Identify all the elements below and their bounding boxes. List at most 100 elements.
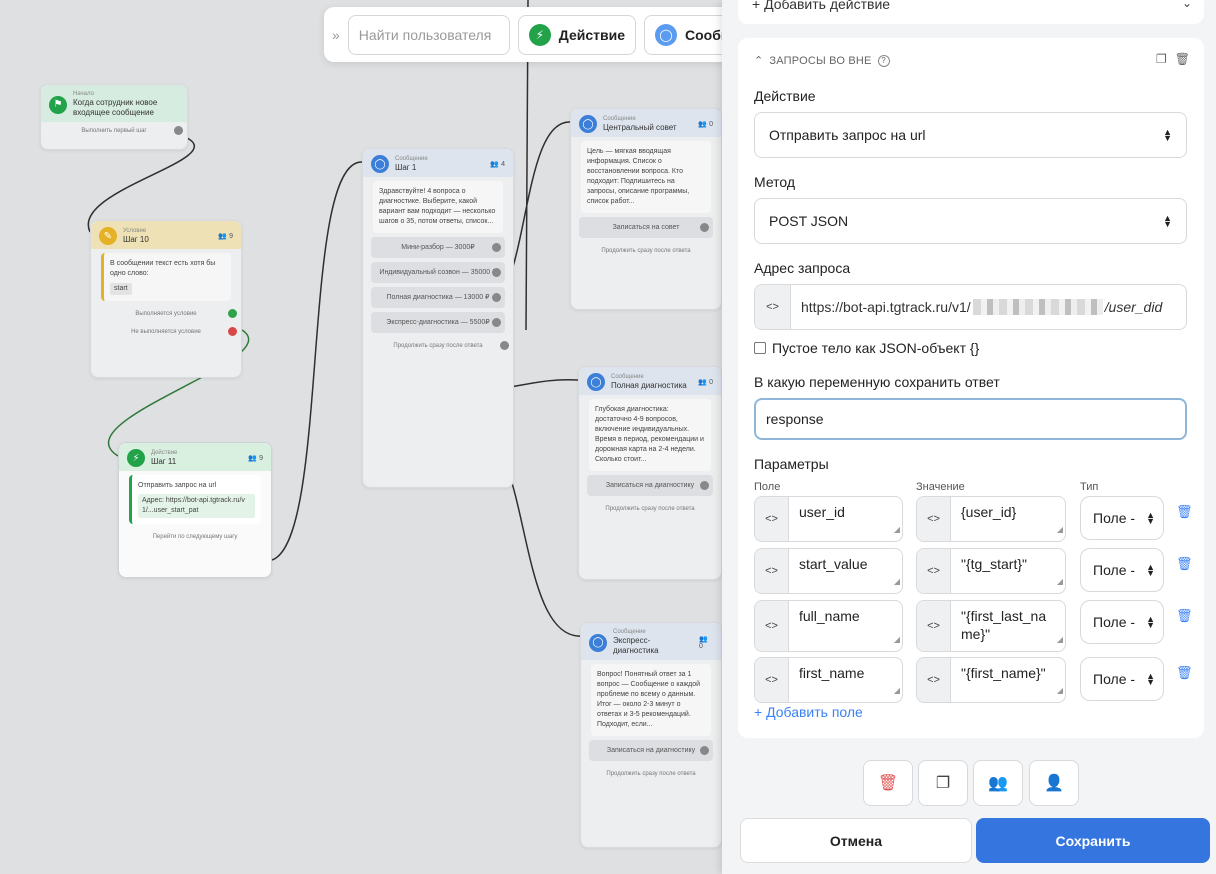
flow-node-step10[interactable]: ✎ Условие Шаг 10 👥 9 В сообщении текст е… <box>90 220 242 378</box>
output-port[interactable] <box>700 222 709 232</box>
resize-handle-icon[interactable]: ◢ <box>894 682 900 700</box>
code-brackets-icon[interactable]: <> <box>917 497 951 541</box>
node-body: Глубокая диагностика: достаточно 4-9 воп… <box>589 399 711 471</box>
node-button[interactable]: Записаться на совет <box>579 217 713 238</box>
message-icon: ◯ <box>579 115 597 133</box>
add-message-button[interactable]: ◯ Сообщение <box>643 14 734 55</box>
code-brackets-icon[interactable]: <> <box>917 549 951 593</box>
flow-node-step11[interactable]: ⚡ Действие Шаг 11 👥 9 Отправить запрос н… <box>118 442 272 578</box>
delete-node-button[interactable]: 🗑 <box>863 760 913 806</box>
code-brackets-icon[interactable]: <> <box>755 285 791 329</box>
copy-icon[interactable]: ❐ <box>1156 52 1167 66</box>
code-brackets-icon[interactable]: <> <box>755 601 789 651</box>
method-select[interactable]: POST JSON ▲ ▼ <box>754 198 1187 244</box>
url-input[interactable]: <> https://bot-api.tgtrack.ru/v1/ /user_… <box>754 284 1187 330</box>
flow-node-full-diagnostic[interactable]: ◯ Сообщение Полная диагностика 👥 0 Глубо… <box>578 366 722 580</box>
output-port[interactable] <box>174 126 183 135</box>
param-field-input[interactable]: <> start_value ◢ <box>754 548 903 594</box>
node-button[interactable]: Экспресс-диагностика — 5500₽ <box>371 312 505 333</box>
output-port[interactable] <box>700 480 709 490</box>
resize-handle-icon[interactable]: ◢ <box>894 573 900 591</box>
duplicate-node-button[interactable]: ❐ <box>918 760 968 806</box>
chevron-down-icon[interactable]: ⌄ <box>1182 0 1192 10</box>
resize-handle-icon[interactable]: ◢ <box>894 631 900 649</box>
users-button[interactable]: 👥 <box>973 760 1023 806</box>
output-port[interactable] <box>492 317 501 327</box>
flow-node-express[interactable]: ◯ Сообщение Экспресс-диагностика 👥 0 Воп… <box>580 622 722 848</box>
trash-icon[interactable]: 🗑 <box>1175 52 1190 66</box>
search-user-input[interactable] <box>347 14 510 55</box>
add-action-dropdown[interactable]: + Добавить действие <box>752 0 890 12</box>
code-brackets-icon[interactable]: <> <box>755 658 789 702</box>
node-output-true[interactable]: Выполняется условие <box>91 305 241 323</box>
user-check-button[interactable]: 👤 <box>1029 760 1079 806</box>
node-button[interactable]: Записаться на диагностику <box>589 740 713 761</box>
users-count: 👥 0 <box>698 121 713 128</box>
node-output[interactable]: Продолжить сразу после ответа <box>571 242 721 260</box>
message-icon: ◯ <box>589 633 607 652</box>
trash-icon[interactable]: 🗑 <box>1176 608 1193 624</box>
param-type-select[interactable]: Поле - ▲ ▼ <box>1080 496 1164 540</box>
add-action-button[interactable]: ⚡ Действие <box>517 14 636 55</box>
param-value-input[interactable]: <> "{tg_start}" ◢ <box>916 548 1066 594</box>
add-action-card[interactable]: + Добавить действие ⌄ <box>738 0 1204 24</box>
help-icon[interactable]: ? <box>877 54 890 67</box>
flow-node-central[interactable]: ◯ Сообщение Центральный совет 👥 0 Цель —… <box>570 108 722 310</box>
output-port-true[interactable] <box>228 309 237 318</box>
double-chevron-right-icon[interactable]: » <box>332 27 340 43</box>
code-brackets-icon[interactable]: <> <box>917 658 951 702</box>
output-port[interactable] <box>500 341 509 350</box>
param-field-input[interactable]: <> first_name ◢ <box>754 657 903 703</box>
node-output[interactable]: Продолжить сразу после ответа <box>581 765 721 783</box>
param-value-input[interactable]: <> "{first_name}" ◢ <box>916 657 1066 703</box>
output-port[interactable] <box>492 242 501 252</box>
resize-handle-icon[interactable]: ◢ <box>1057 573 1063 591</box>
node-button[interactable]: Записаться на диагностику <box>587 475 713 496</box>
trash-icon[interactable]: 🗑 <box>1176 504 1193 520</box>
code-brackets-icon[interactable]: <> <box>755 497 789 541</box>
param-field-input[interactable]: <> user_id ◢ <box>754 496 903 542</box>
resize-handle-icon[interactable]: ◢ <box>1057 682 1063 700</box>
param-type-select[interactable]: Поле - ▲ ▼ <box>1080 548 1164 592</box>
param-type-select[interactable]: Поле - ▲ ▼ <box>1080 657 1164 701</box>
message-icon: ◯ <box>371 155 389 173</box>
resize-handle-icon[interactable]: ◢ <box>1057 521 1063 539</box>
node-output[interactable]: Продолжить сразу после ответа <box>363 337 513 355</box>
add-field-link[interactable]: + Добавить поле <box>754 704 863 720</box>
output-port-false[interactable] <box>228 327 237 336</box>
save-button[interactable]: Сохранить <box>976 818 1210 863</box>
section-header[interactable]: ⌃ ЗАПРОСЫ ВО ВНЕ ? <box>754 54 890 67</box>
trash-icon[interactable]: 🗑 <box>1176 665 1193 681</box>
param-type-select[interactable]: Поле - ▲ ▼ <box>1080 600 1164 644</box>
node-button[interactable]: Мини-разбор — 3000₽ <box>371 237 505 258</box>
action-select[interactable]: Отправить запрос на url ▲ ▼ <box>754 112 1187 158</box>
output-port[interactable] <box>492 267 501 277</box>
node-output[interactable]: Продолжить сразу после ответа <box>579 500 721 518</box>
empty-body-checkbox[interactable]: Пустое тело как JSON-объект {} <box>754 340 979 356</box>
cancel-button[interactable]: Отмена <box>740 818 972 863</box>
code-brackets-icon[interactable]: <> <box>755 549 789 593</box>
canvas-toolbar: » ⚡ Действие ◯ Сообщение <box>324 7 734 62</box>
resize-handle-icon[interactable]: ◢ <box>894 521 900 539</box>
resize-handle-icon[interactable]: ◢ <box>1057 631 1063 649</box>
checkbox[interactable] <box>754 342 766 354</box>
output-port[interactable] <box>700 745 709 755</box>
node-button[interactable]: Полная диагностика — 13000 ₽ <box>371 287 505 308</box>
param-value-input[interactable]: <> {user_id} ◢ <box>916 496 1066 542</box>
condition-icon: ✎ <box>99 227 117 245</box>
output-port[interactable] <box>492 292 501 302</box>
param-field-input[interactable]: <> full_name ◢ <box>754 600 903 652</box>
code-brackets-icon[interactable]: <> <box>917 601 951 651</box>
param-value-input[interactable]: <> "{first_last_name}" ◢ <box>916 600 1066 652</box>
chevron-up-icon[interactable]: ⌃ <box>754 54 763 67</box>
flow-canvas[interactable]: ⚑ Начало Когда сотрудник новое входящее … <box>0 0 722 874</box>
node-output-false[interactable]: Не выполняется условие <box>91 323 241 341</box>
node-output[interactable]: Перейти по следующему шагу <box>119 528 271 546</box>
node-output[interactable]: Выполнить первый шаг <box>41 122 187 140</box>
flow-node-start[interactable]: ⚑ Начало Когда сотрудник новое входящее … <box>40 84 188 150</box>
response-variable-input[interactable]: response <box>754 398 1187 440</box>
trash-icon[interactable]: 🗑 <box>1176 556 1193 572</box>
flow-node-step1[interactable]: ◯ Сообщение Шаг 1 👥 4 Здравствуйте! 4 во… <box>362 148 514 488</box>
link-start-to-step10 <box>87 137 196 233</box>
node-button[interactable]: Индивидуальный созвон — 35000 ₽ <box>371 262 505 283</box>
